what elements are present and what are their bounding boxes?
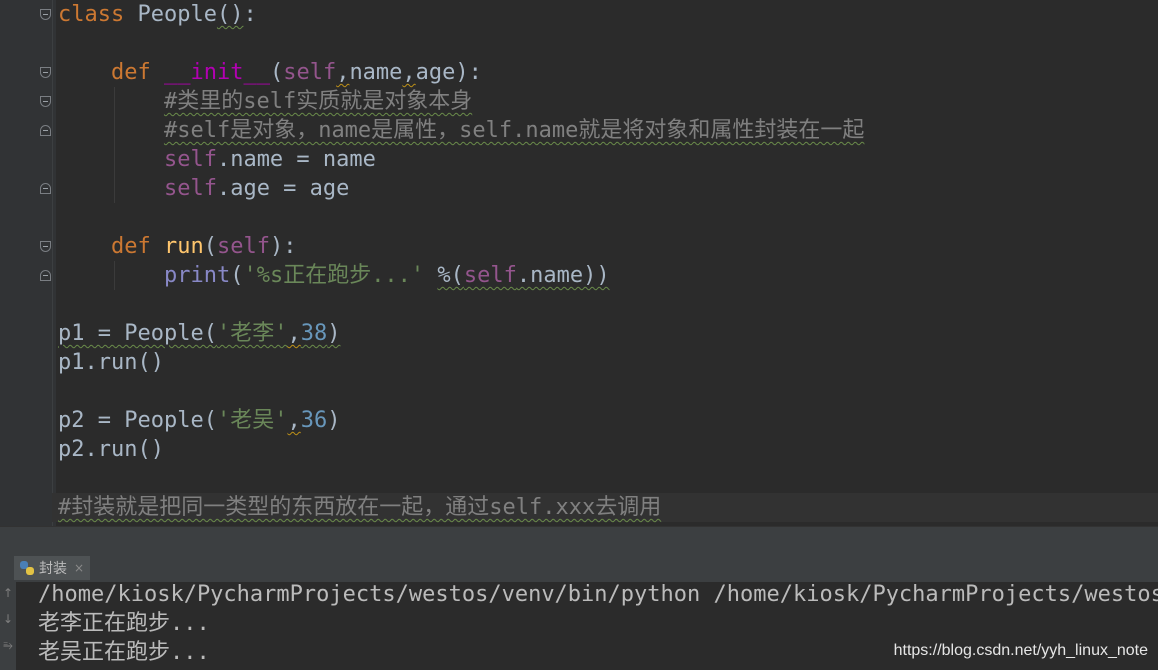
code-token: self <box>163 176 217 201</box>
gutter-divider <box>52 0 53 526</box>
code-token: #类里的self实质就是对象本身 <box>163 89 473 114</box>
run-tab[interactable]: 封装 × <box>14 556 91 580</box>
code-token: .age = age <box>216 176 350 201</box>
code-token: class <box>58 2 125 27</box>
code-token: self <box>283 60 337 85</box>
code-token: print <box>163 263 231 288</box>
code-line[interactable]: #类里的self实质就是对象本身 <box>58 87 472 116</box>
code-token: #封装就是把同一类型的东西放在一起，通过self.xxx去调用 <box>58 495 662 520</box>
fold-comment-icon[interactable] <box>40 96 51 107</box>
code-line[interactable]: def run(self): <box>58 232 296 261</box>
code-line[interactable]: #self是对象，name是属性，self.name就是将对象和属性封装在一起 <box>58 116 864 145</box>
ide-window: class People(): def __init__(self,name,a… <box>0 0 1158 670</box>
code-token: p1 = People( <box>58 321 217 346</box>
code-token: ): <box>269 234 297 259</box>
code-token: '%s正在跑步...' <box>243 263 425 288</box>
fold-init-icon[interactable] <box>40 67 51 78</box>
code-token: p2.run() <box>58 437 164 462</box>
code-token: ) <box>327 408 341 433</box>
code-token: ( <box>230 263 244 288</box>
code-line[interactable]: p2 = People('老吴',36) <box>58 406 340 435</box>
watermark: https://blog.csdn.net/yyh_linux_note <box>893 642 1148 659</box>
code-token: , <box>402 60 416 85</box>
run-tabbar: 封装 × <box>0 554 1158 583</box>
fold-init-end-icon[interactable] <box>40 183 51 194</box>
code-editor[interactable]: class People(): def __init__(self,name,a… <box>0 0 1158 526</box>
code-token: p1.run() <box>58 350 164 375</box>
code-token: '老李' <box>216 321 288 346</box>
code-token: () <box>216 2 244 27</box>
code-token: 36 <box>300 408 328 433</box>
code-token: def <box>110 60 151 85</box>
fold-run-end-icon[interactable] <box>40 270 51 281</box>
python-icon <box>20 561 34 575</box>
arrow-down-icon[interactable]: ↓ <box>1 612 15 626</box>
code-token: '老吴' <box>216 408 288 433</box>
code-token: , <box>287 321 301 346</box>
code-line[interactable]: p1.run() <box>58 348 164 377</box>
code-token: ( <box>269 60 284 85</box>
console-line: /home/kiosk/PycharmProjects/westos/venv/… <box>38 582 1158 607</box>
close-icon[interactable]: × <box>74 561 84 575</box>
code-token: ( <box>203 234 217 259</box>
code-token: , <box>287 408 301 433</box>
code-line[interactable]: print('%s正在跑步...' %(self.name)) <box>58 261 610 290</box>
code-token: run <box>163 234 204 259</box>
code-token: #self是对象，name是属性，self.name就是将对象和属性封装在一起 <box>163 118 865 143</box>
code-token: .name = name <box>216 147 376 172</box>
panel-splitter[interactable] <box>0 526 1158 555</box>
code-line[interactable]: #封装就是把同一类型的东西放在一起，通过self.xxx去调用 <box>52 493 1158 522</box>
console-line: 老吴正在跑步... <box>38 640 210 665</box>
code-token: .name)) <box>516 263 610 288</box>
arrow-up-icon[interactable]: ↑ <box>1 586 15 600</box>
code-token: p2 = People( <box>58 408 217 433</box>
code-token: self <box>163 147 217 172</box>
code-token: : <box>243 2 257 27</box>
code-token: __init__ <box>163 60 270 85</box>
fold-comment-end-icon[interactable] <box>40 125 51 136</box>
code-line[interactable]: self.age = age <box>58 174 349 203</box>
code-token: name <box>349 60 403 85</box>
console-toolbar: ↑ ↓ ⥱ <box>0 582 16 670</box>
console-line: 老李正在跑步... <box>38 611 210 636</box>
code-line[interactable]: p1 = People('老李',38) <box>58 319 340 348</box>
code-token: People <box>124 2 217 27</box>
code-token: ) <box>327 321 341 346</box>
code-line[interactable]: class People(): <box>58 0 257 29</box>
soft-wrap-icon[interactable]: ⥱ <box>1 638 15 652</box>
code-token: ): <box>455 60 482 85</box>
code-token: , <box>336 60 350 85</box>
fold-class-icon[interactable] <box>40 9 51 20</box>
editor-gutter <box>0 0 56 526</box>
code-token: %( <box>437 263 464 288</box>
run-tab-label: 封装 <box>39 561 67 577</box>
code-line[interactable]: def __init__(self,name,age): <box>58 58 482 87</box>
code-token: def <box>110 234 151 259</box>
code-token: age <box>415 60 456 85</box>
fold-run-icon[interactable] <box>40 241 51 252</box>
code-token: 38 <box>300 321 328 346</box>
code-token: self <box>463 263 517 288</box>
code-token: self <box>216 234 270 259</box>
code-line[interactable]: self.name = name <box>58 145 376 174</box>
code-line[interactable]: p2.run() <box>58 435 164 464</box>
